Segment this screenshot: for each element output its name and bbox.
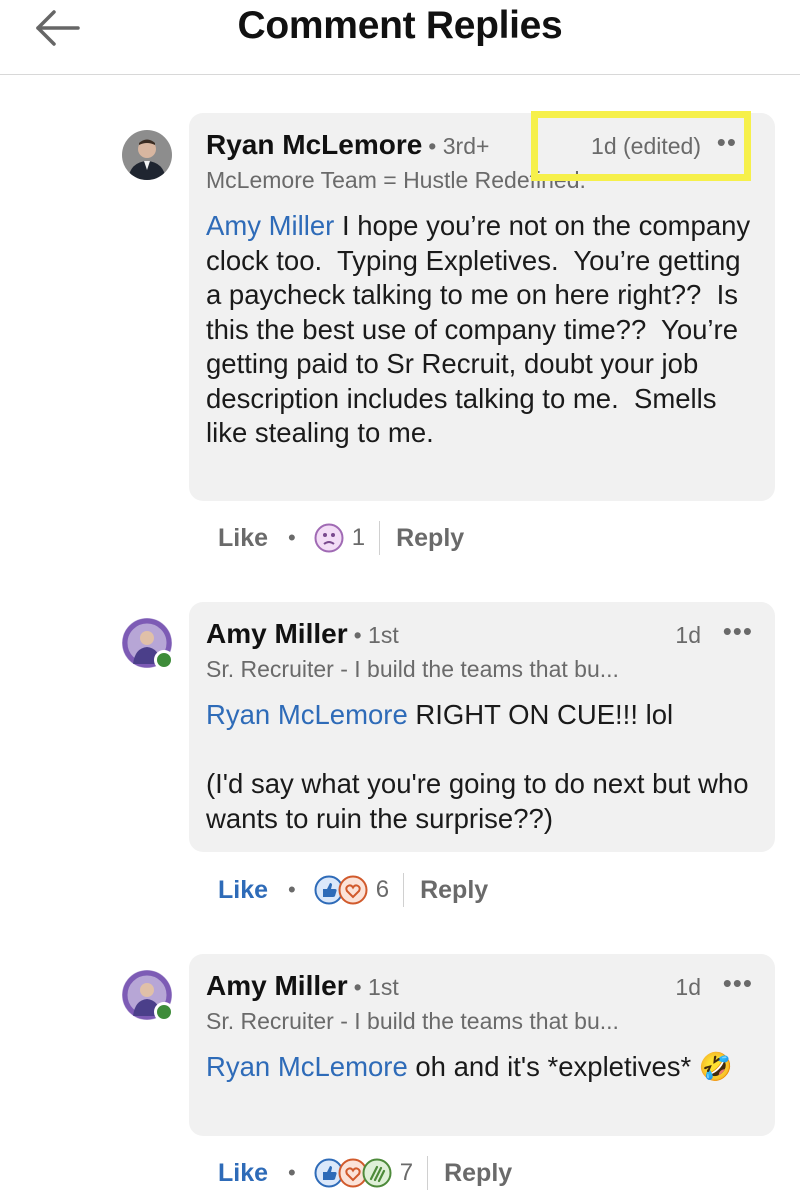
more-options-button[interactable]: •••: [723, 616, 753, 647]
comment-timestamp: 1d: [675, 622, 701, 648]
author-name[interactable]: Amy Miller: [206, 970, 348, 1001]
avatar[interactable]: [122, 970, 174, 1022]
divider: [427, 1156, 429, 1190]
separator-dot: •: [288, 1160, 296, 1185]
comment-bubble: Amy Miller • 1st 1d ••• Sr. Recruiter - I…: [189, 602, 775, 852]
reply-button[interactable]: Reply: [444, 1159, 512, 1188]
comment-timestamp: 1d: [675, 974, 701, 1000]
reaction-count: 6: [375, 876, 390, 903]
reactions-summary[interactable]: 1: [314, 523, 365, 553]
reaction-count: 1: [351, 524, 366, 551]
comment-text: Amy Miller I hope you’re not on the comp…: [206, 209, 761, 451]
avatar[interactable]: [122, 618, 174, 670]
online-status-icon: [154, 650, 174, 670]
author-headline: McLemore Team = Hustle Redefined.: [206, 167, 586, 193]
author-headline: Sr. Recruiter - I build the teams that b…: [206, 656, 619, 682]
more-options-button[interactable]: ••: [717, 127, 737, 158]
comment-body-text: I hope you’re not on the company clock t…: [206, 210, 758, 448]
mention-link[interactable]: Ryan McLemore: [206, 699, 408, 730]
author-name[interactable]: Ryan McLemore: [206, 129, 422, 160]
online-status-icon: [154, 1002, 174, 1022]
author-headline: Sr. Recruiter - I build the teams that b…: [206, 1008, 619, 1034]
page-title: Comment Replies: [237, 4, 563, 47]
connection-degree: • 1st: [353, 622, 399, 648]
avatar[interactable]: [122, 130, 172, 180]
more-options-button[interactable]: •••: [723, 968, 753, 999]
comment-text: Ryan McLemore RIGHT ON CUE!!! lol (I'd s…: [206, 698, 761, 836]
profile-photo-icon: [122, 130, 172, 180]
comment-bubble: Ryan McLemore • 3rd+ 1d (edited) •• McLem…: [189, 113, 775, 501]
comment-actions: Like • 7 Reply: [218, 1153, 512, 1193]
top-bar: Comment Replies: [0, 0, 800, 75]
celebrate-reaction-icon: [362, 1158, 392, 1188]
divider: [379, 521, 381, 555]
separator-dot: •: [288, 525, 296, 550]
comment-actions: Like • 1 Reply: [218, 518, 464, 558]
connection-degree: • 1st: [353, 974, 399, 1000]
connection-degree: • 3rd+: [428, 133, 490, 159]
separator-dot: •: [288, 877, 296, 902]
reactions-summary[interactable]: 7: [314, 1158, 413, 1188]
mention-link[interactable]: Ryan McLemore: [206, 1051, 408, 1082]
comment-body-text: oh and it's *expletives* 🤣: [407, 1051, 734, 1082]
comment-text: Ryan McLemore oh and it's *expletives* 🤣: [206, 1050, 761, 1085]
curious-reaction-icon: [314, 523, 344, 553]
comment-bubble: Amy Miller • 1st 1d ••• Sr. Recruiter - I…: [189, 954, 775, 1136]
reactions-summary[interactable]: 6: [314, 875, 389, 905]
reply-button[interactable]: Reply: [396, 524, 464, 553]
divider: [403, 873, 405, 907]
like-button[interactable]: Like: [218, 524, 268, 553]
reaction-count: 7: [399, 1159, 414, 1186]
comment-timestamp: 1d (edited): [591, 133, 701, 159]
reply-button[interactable]: Reply: [420, 876, 488, 905]
like-button[interactable]: Like: [218, 1159, 268, 1188]
mention-link[interactable]: Amy Miller: [206, 210, 334, 241]
comment-actions: Like • 6 Reply: [218, 870, 488, 910]
like-button[interactable]: Like: [218, 876, 268, 905]
author-name[interactable]: Amy Miller: [206, 618, 348, 649]
love-reaction-icon: [338, 875, 368, 905]
